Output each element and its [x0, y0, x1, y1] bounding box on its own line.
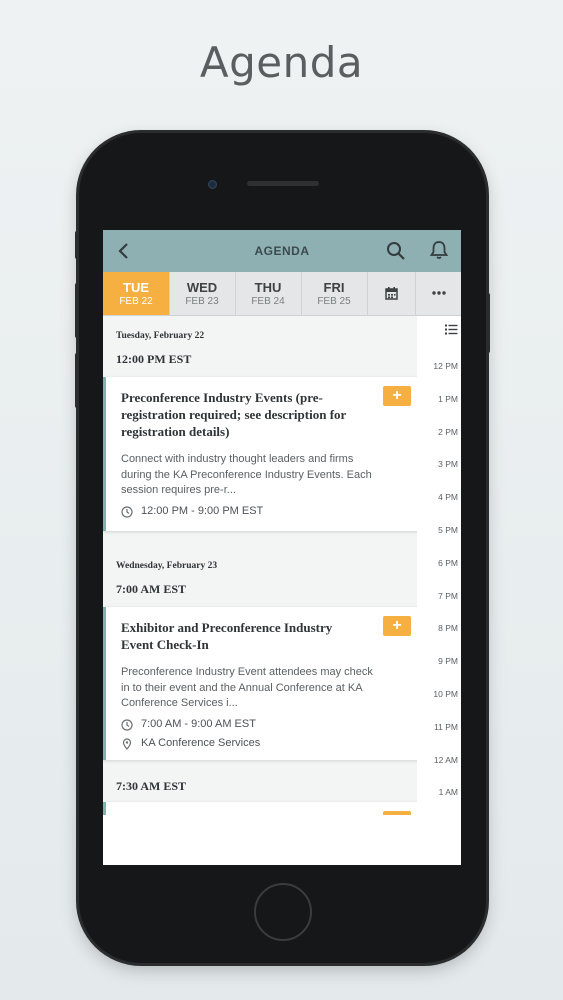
- tab-date-label: FEB 23: [185, 296, 219, 307]
- more-icon: [431, 291, 446, 295]
- map-pin-icon: [122, 738, 132, 750]
- timeline-hour-label[interactable]: 4 PM: [438, 492, 458, 502]
- group-time: 7:30 AM EST: [116, 779, 187, 793]
- group-time: 12:00 PM EST: [116, 352, 192, 366]
- timeline-hour-label[interactable]: 5 PM: [438, 525, 458, 535]
- session-description: Preconference Industry Event attendees m…: [121, 666, 373, 709]
- tab-date-label: FEB 24: [251, 296, 285, 307]
- front-camera: [208, 180, 217, 189]
- power-button: [486, 293, 490, 353]
- timeline-hour-label[interactable]: 10 PM: [433, 689, 458, 699]
- session-card[interactable]: [103, 802, 417, 815]
- timeline-hour-label[interactable]: 6 PM: [438, 558, 458, 568]
- add-to-schedule-button[interactable]: +: [383, 616, 411, 636]
- volume-down-button: [75, 353, 79, 408]
- hero-title: Agenda: [199, 38, 364, 87]
- timeline-hour-label[interactable]: 11 PM: [434, 722, 458, 732]
- group-date: Wednesday, February 23: [116, 561, 218, 571]
- bell-icon[interactable]: [429, 240, 449, 260]
- timeline-hour-label[interactable]: 3 PM: [438, 459, 458, 469]
- tab-date-label: FEB 22: [119, 296, 153, 307]
- timeline-scrubber[interactable]: 12 PM 1 PM 2 PM 3 PM 4 PM 5 PM 6 PM 7 PM 8 PM 9 P…: [425, 316, 461, 815]
- timeline-hour-label[interactable]: 1 AM: [439, 787, 458, 797]
- timeline-hour-label[interactable]: 9 PM: [438, 656, 458, 666]
- header-title: AGENDA: [254, 244, 310, 258]
- tab-day-label: TUE: [123, 280, 149, 295]
- session-card[interactable]: Preconference Industry Events (pre-regis…: [103, 377, 417, 531]
- phone-frame: AGENDA TUE FEB 22 WED FEB 23 THU FEB 24: [75, 133, 490, 963]
- home-button[interactable]: [254, 883, 312, 941]
- timeline-hour-label[interactable]: 12 AM: [434, 755, 458, 765]
- app-header: AGENDA: [103, 230, 461, 272]
- tab-date-label: FEB 25: [317, 296, 351, 307]
- group-date: Tuesday, February 22: [116, 331, 205, 341]
- timeline-hour-label[interactable]: 12 PM: [433, 361, 458, 371]
- session-location-text: KA Conference Services: [141, 737, 261, 749]
- app-screen: AGENDA TUE FEB 22 WED FEB 23 THU FEB 24: [103, 230, 461, 865]
- tab-day-tue[interactable]: TUE FEB 22: [103, 272, 170, 315]
- tab-day-fri[interactable]: FRI FEB 25: [301, 272, 368, 315]
- add-to-schedule-button[interactable]: [383, 811, 411, 815]
- session-title: Exhibitor and Preconference Industry Eve…: [121, 620, 333, 652]
- tab-day-label: FRI: [323, 280, 345, 295]
- timeline-hour-label[interactable]: 7 PM: [438, 591, 458, 601]
- timeline-hour-label[interactable]: 1 PM: [438, 394, 458, 404]
- earpiece-speaker: [247, 181, 319, 186]
- session-time-text: 7:00 AM - 9:00 AM EST: [141, 718, 256, 730]
- session-card[interactable]: Exhibitor and Preconference Industry Eve…: [103, 607, 417, 760]
- timeline-hour-label[interactable]: 8 PM: [438, 623, 458, 633]
- tab-day-label: THU: [254, 280, 282, 295]
- session-time-text: 12:00 PM - 9:00 PM EST: [141, 505, 264, 517]
- group-time: 7:00 AM EST: [116, 582, 187, 596]
- volume-up-button: [75, 283, 79, 338]
- tab-day-wed[interactable]: WED FEB 23: [169, 272, 236, 315]
- clock-icon: [121, 719, 133, 731]
- session-description: Connect with industry thought leaders an…: [121, 453, 372, 496]
- tab-day-label: WED: [186, 280, 218, 295]
- calendar-button[interactable]: [367, 272, 416, 315]
- day-tabs: TUE FEB 22 WED FEB 23 THU FEB 24 FRI FEB…: [103, 272, 461, 316]
- add-to-schedule-button[interactable]: +: [383, 386, 411, 406]
- mute-switch: [75, 231, 79, 259]
- timeline-hour-label[interactable]: 2 PM: [438, 427, 458, 437]
- calendar-icon: [384, 287, 398, 300]
- tab-day-thu[interactable]: THU FEB 24: [235, 272, 302, 315]
- agenda-list[interactable]: Tuesday, February 22 12:00 PM EST Precon…: [103, 316, 417, 815]
- search-icon[interactable]: [386, 241, 406, 261]
- clock-icon: [121, 506, 133, 518]
- list-icon[interactable]: [445, 324, 458, 335]
- more-button[interactable]: [416, 272, 461, 315]
- session-title: Preconference Industry Events (pre-regis…: [121, 390, 347, 439]
